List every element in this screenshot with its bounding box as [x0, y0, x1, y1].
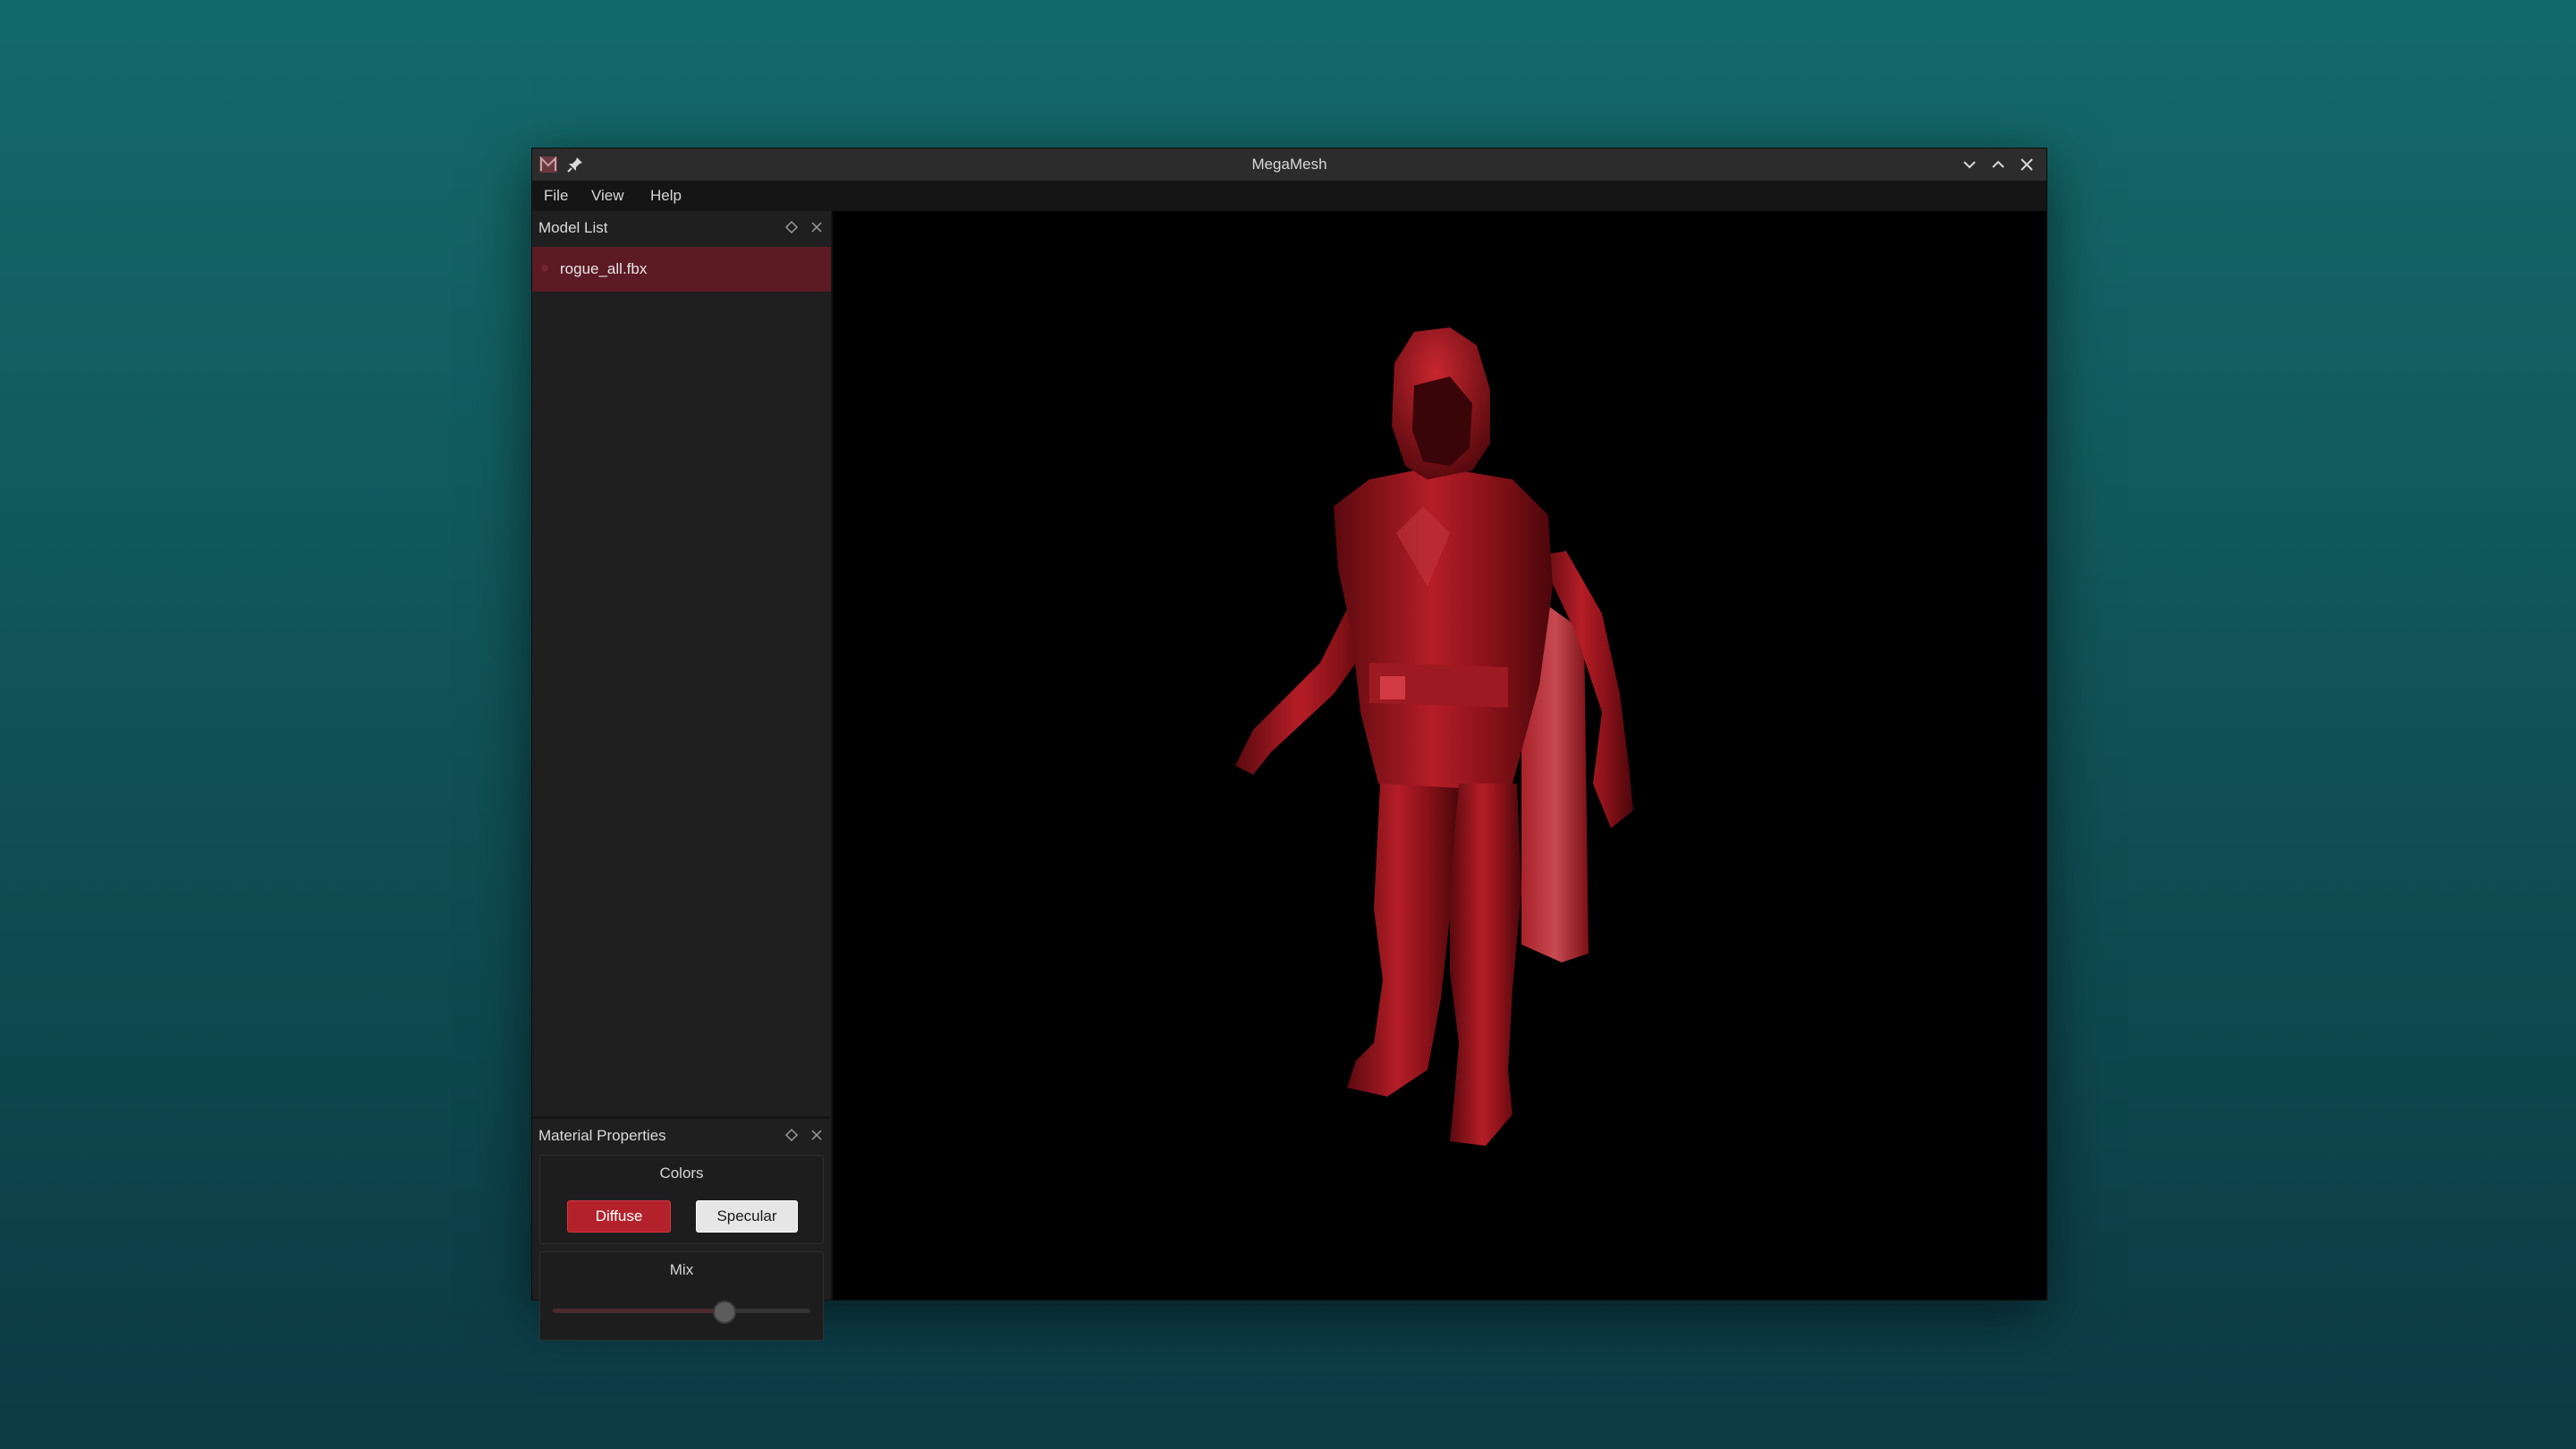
- mix-slider-track[interactable]: [553, 1301, 810, 1324]
- close-icon[interactable]: [809, 220, 824, 234]
- menu-bar: File View Help: [532, 181, 2046, 211]
- model-file-name: rogue_all.fbx: [560, 260, 648, 277]
- mix-slider-handle[interactable]: [713, 1301, 737, 1324]
- mix-group: Mix: [539, 1251, 824, 1341]
- float-panel-icon[interactable]: [784, 220, 799, 234]
- menu-help[interactable]: Help: [650, 181, 682, 211]
- colors-group: Colors Diffuse Specular: [539, 1155, 824, 1244]
- menu-file[interactable]: File: [544, 181, 568, 211]
- diffuse-button[interactable]: Diffuse: [567, 1200, 671, 1233]
- title-bar[interactable]: MegaMesh: [532, 148, 2046, 181]
- material-properties-title: Material Properties: [538, 1127, 666, 1144]
- close-icon[interactable]: [809, 1128, 824, 1142]
- 3d-viewport[interactable]: [833, 211, 2046, 1300]
- list-item[interactable]: rogue_all.fbx: [532, 247, 831, 292]
- specular-button[interactable]: Specular: [696, 1200, 798, 1233]
- chevron-up-icon[interactable]: [1987, 154, 2009, 175]
- item-marker-icon: [541, 265, 548, 272]
- material-properties-header: Material Properties: [532, 1119, 831, 1151]
- left-dock: Model List rogue_all.fbx Material Proper…: [532, 211, 833, 1341]
- rogue-model-render: [1235, 327, 1633, 1146]
- mix-slider-fill: [553, 1309, 724, 1313]
- chevron-down-icon[interactable]: [1959, 154, 1980, 175]
- model-list-header: Model List: [532, 211, 831, 243]
- float-panel-icon[interactable]: [784, 1128, 799, 1142]
- model-list: rogue_all.fbx: [532, 243, 831, 1061]
- desktop-background: MegaMesh File View Help Model List rogue…: [0, 0, 2576, 1449]
- model-list-title: Model List: [538, 219, 608, 236]
- mix-group-title: Mix: [669, 1261, 694, 1278]
- close-icon[interactable]: [2016, 154, 2038, 175]
- colors-group-title: Colors: [659, 1165, 704, 1182]
- window-title: MegaMesh: [1251, 156, 1327, 173]
- menu-view[interactable]: View: [591, 181, 624, 211]
- megamesh-window: MegaMesh File View Help Model List rogue…: [531, 148, 2047, 1341]
